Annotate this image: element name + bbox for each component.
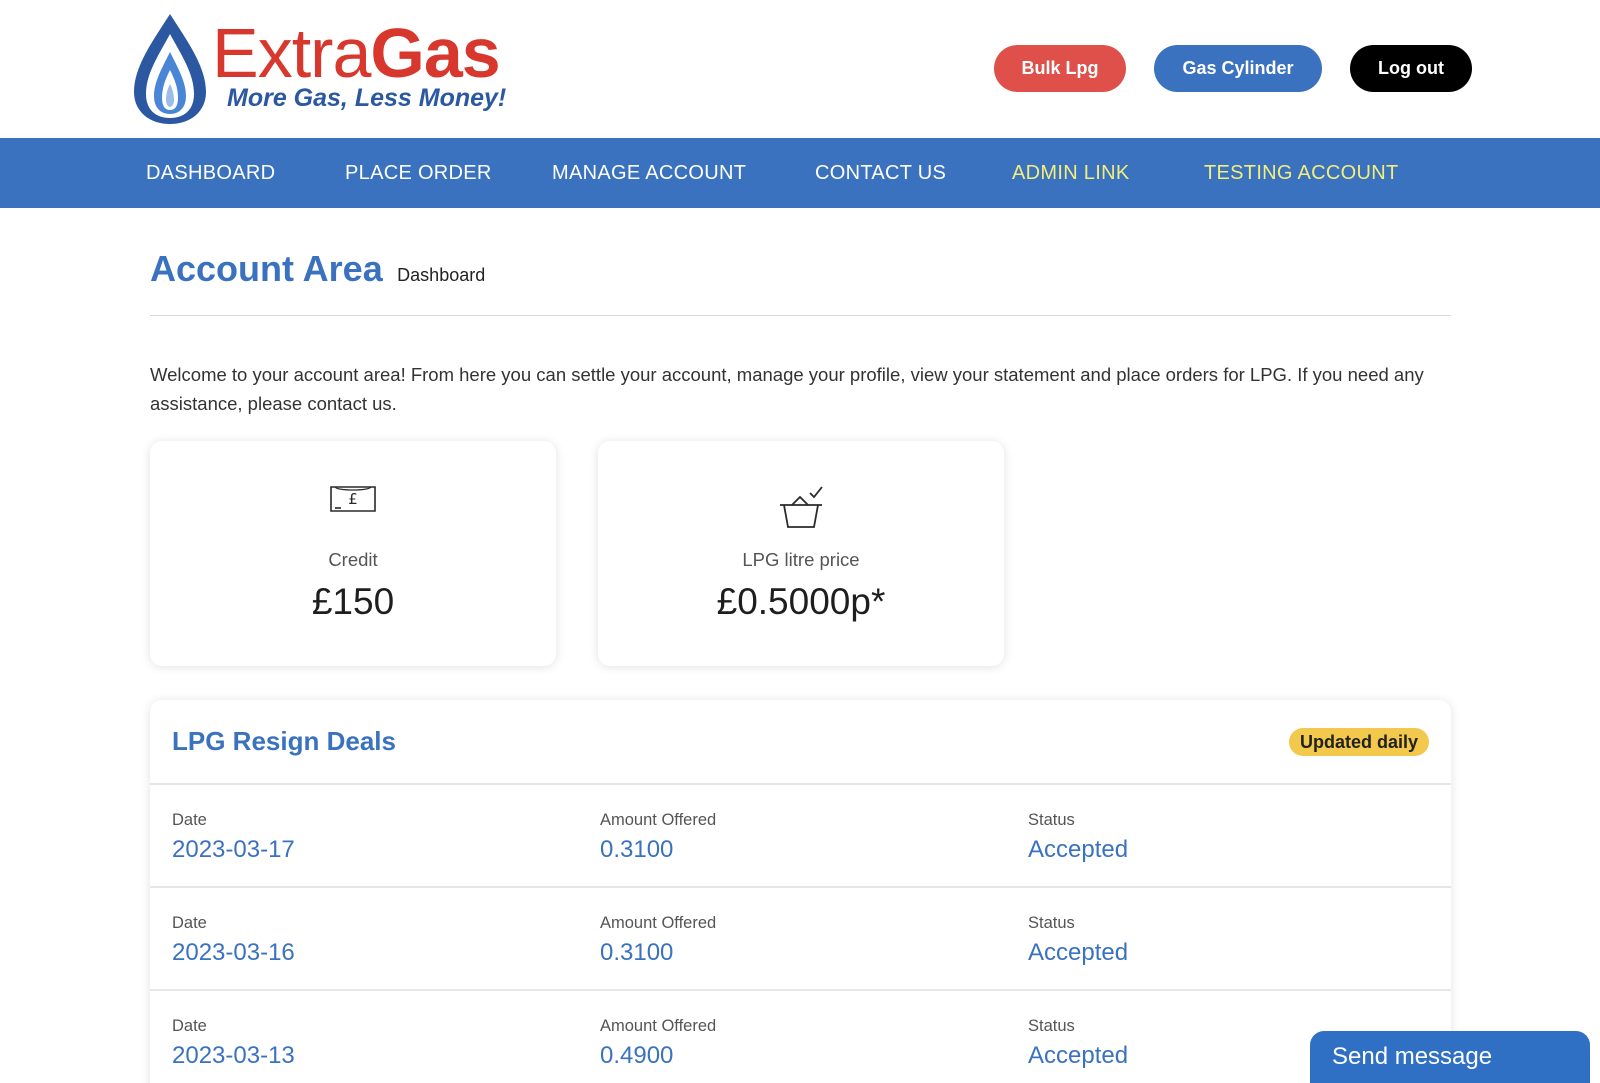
brand-name-part1: Extra <box>212 14 371 92</box>
nav-contact-us[interactable]: CONTACT US <box>815 138 946 208</box>
deal-amount-cell: Amount Offered 0.3100 <box>600 914 716 967</box>
nav-place-order[interactable]: PLACE ORDER <box>345 138 492 208</box>
deal-row: Date 2023-03-13 Amount Offered 0.4900 St… <box>150 991 1451 1083</box>
bulk-lpg-button[interactable]: Bulk Lpg <box>994 45 1126 92</box>
lpg-price-value: £0.5000p* <box>716 581 886 622</box>
deal-date-cell: Date 2023-03-17 <box>172 811 295 864</box>
brand-name: ExtraGas <box>212 18 501 88</box>
page-heading: Account Area Dashboard <box>150 248 485 290</box>
site-header: ExtraGas More Gas, Less Money! Bulk Lpg … <box>0 0 1600 138</box>
credit-card: £ Credit £150 <box>150 441 556 666</box>
extragas-logo[interactable]: ExtraGas More Gas, Less Money! <box>132 12 506 127</box>
lpg-resign-deals-panel: LPG Resign Deals Updated daily Date 2023… <box>150 700 1451 1083</box>
deal-status-cell: Status Accepted <box>1028 914 1128 967</box>
lpg-price-card: LPG litre price £0.5000p* <box>598 441 1004 666</box>
status-label: Status <box>1028 1017 1075 1035</box>
deal-date-cell: Date 2023-03-13 <box>172 1017 295 1070</box>
page-title: Account Area <box>150 248 383 289</box>
deal-row: Date 2023-03-17 Amount Offered 0.3100 St… <box>150 785 1451 888</box>
date-label: Date <box>172 1017 207 1035</box>
deal-amount: 0.4900 <box>600 1042 674 1069</box>
credit-value: £150 <box>311 581 395 622</box>
main-nav: DASHBOARD PLACE ORDER MANAGE ACCOUNT CON… <box>0 138 1600 208</box>
banknote-icon: £ <box>330 486 376 512</box>
brand-name-part2: Gas <box>370 14 500 92</box>
deal-date-cell: Date 2023-03-16 <box>172 914 295 967</box>
lpg-price-label: LPG litre price <box>742 549 860 570</box>
brand-tagline: More Gas, Less Money! <box>227 84 507 112</box>
send-message-chat-button[interactable]: Send message <box>1310 1031 1590 1083</box>
status-label: Status <box>1028 914 1075 932</box>
deal-row: Date 2023-03-16 Amount Offered 0.3100 St… <box>150 888 1451 991</box>
deal-amount: 0.3100 <box>600 836 674 863</box>
deal-status: Accepted <box>1028 836 1129 863</box>
deal-date: 2023-03-16 <box>172 939 295 966</box>
deal-status: Accepted <box>1028 1042 1129 1069</box>
status-label: Status <box>1028 811 1075 829</box>
basket-check-icon <box>780 486 823 528</box>
amount-label: Amount Offered <box>600 1017 717 1035</box>
page-subtitle: Dashboard <box>397 265 486 285</box>
deal-status-cell: Status Accepted <box>1028 1017 1128 1070</box>
svg-text:£: £ <box>348 490 358 508</box>
deal-status-cell: Status Accepted <box>1028 811 1128 864</box>
amount-label: Amount Offered <box>600 914 717 932</box>
flame-logo-icon <box>134 14 206 124</box>
date-label: Date <box>172 811 207 829</box>
updated-daily-badge: Updated daily <box>1288 728 1429 756</box>
heading-divider <box>150 315 1451 316</box>
gas-cylinder-button[interactable]: Gas Cylinder <box>1154 45 1322 92</box>
welcome-text: Welcome to your account area! From here … <box>150 364 1424 414</box>
deal-amount: 0.3100 <box>600 939 674 966</box>
deal-amount-cell: Amount Offered 0.3100 <box>600 811 716 864</box>
deal-date: 2023-03-17 <box>172 836 295 863</box>
nav-dashboard[interactable]: DASHBOARD <box>146 138 275 208</box>
deal-amount-cell: Amount Offered 0.4900 <box>600 1017 716 1070</box>
deal-date: 2023-03-13 <box>172 1042 295 1069</box>
credit-label: Credit <box>328 549 378 570</box>
nav-manage-account[interactable]: MANAGE ACCOUNT <box>552 138 746 208</box>
amount-label: Amount Offered <box>600 811 717 829</box>
nav-testing-account[interactable]: TESTING ACCOUNT <box>1204 138 1399 208</box>
deals-header: LPG Resign Deals Updated daily <box>150 700 1451 785</box>
deals-title: LPG Resign Deals <box>172 726 396 756</box>
date-label: Date <box>172 914 207 932</box>
deal-status: Accepted <box>1028 939 1129 966</box>
logout-button[interactable]: Log out <box>1350 45 1472 92</box>
nav-admin-link[interactable]: ADMIN LINK <box>1012 138 1129 208</box>
